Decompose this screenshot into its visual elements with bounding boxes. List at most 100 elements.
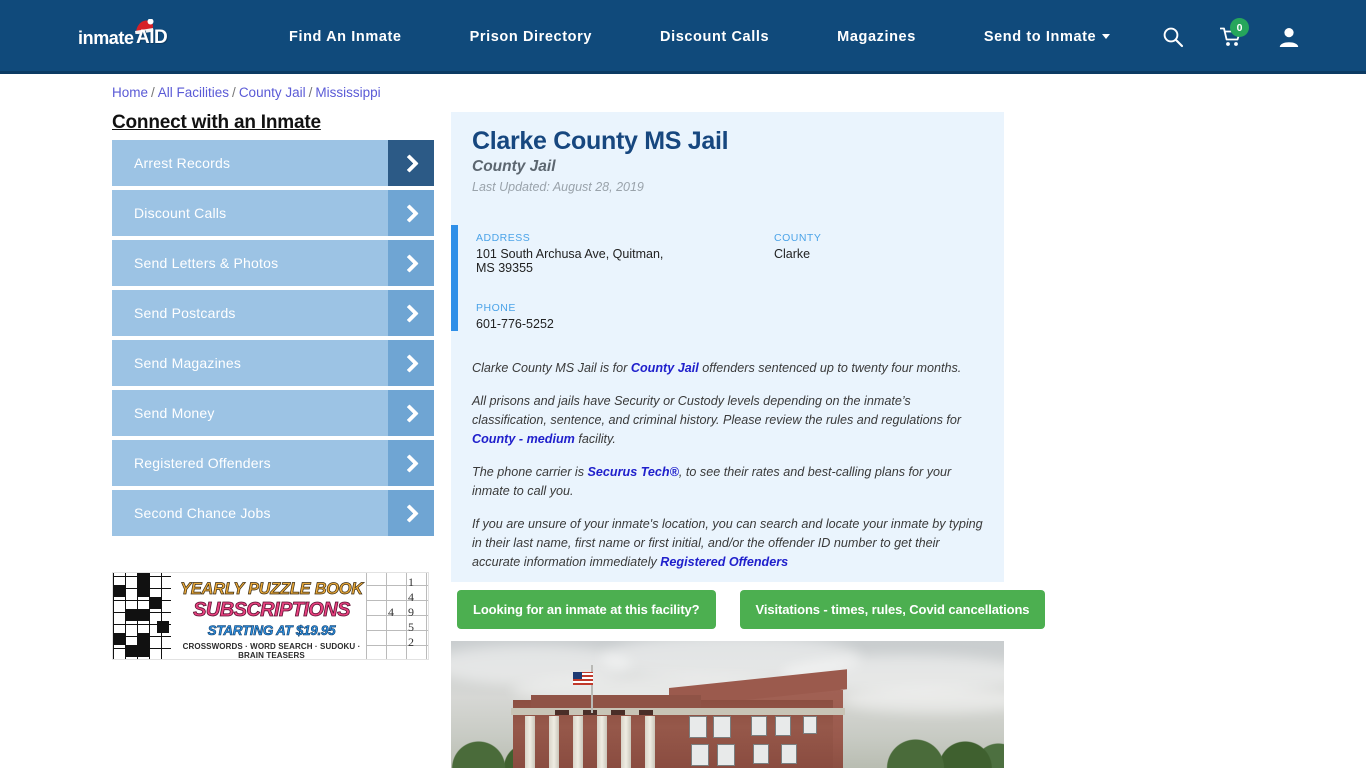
- address-label: ADDRESS: [476, 232, 531, 244]
- sidebar-item-label: Arrest Records: [134, 155, 231, 171]
- site-logo[interactable]: inmate AID: [78, 19, 184, 54]
- ad-line-4: CROSSWORDS · WORD SEARCH · SUDOKU · BRAI…: [182, 642, 361, 660]
- building-parapet: [531, 695, 701, 708]
- sidebar-item-second-chance-jobs[interactable]: Second Chance Jobs: [112, 490, 434, 536]
- sidebar-item-label: Send Postcards: [134, 305, 236, 321]
- chevron-right-icon: [388, 290, 434, 336]
- description-paragraph-2: All prisons and jails have Security or C…: [472, 392, 985, 449]
- sidebar-item-label: Registered Offenders: [134, 455, 271, 471]
- ad-text-block: YEARLY PUZZLE BOOK SUBSCRIPTIONS STARTIN…: [169, 573, 374, 660]
- link-registered-offenders[interactable]: Registered Offenders: [660, 555, 788, 569]
- search-icon[interactable]: [1162, 26, 1184, 48]
- county-label: COUNTY: [774, 232, 822, 244]
- chevron-right-icon: [388, 190, 434, 236]
- ad-line-3: STARTING AT $19.95: [207, 623, 336, 639]
- phone-label: PHONE: [476, 302, 516, 314]
- link-securus-tech[interactable]: Securus Tech®: [588, 465, 679, 479]
- description-paragraph-1: Clarke County MS Jail is for County Jail…: [472, 359, 985, 378]
- sidebar-menu: Arrest Records Discount Calls Send Lette…: [112, 140, 434, 540]
- main-navigation: Find An Inmate Prison Directory Discount…: [255, 0, 1144, 74]
- sidebar-title: Connect with an Inmate: [112, 112, 321, 133]
- breadcrumb-item-home[interactable]: Home: [112, 85, 148, 100]
- chevron-right-icon: [388, 390, 434, 436]
- sudoku-number: 9: [408, 605, 414, 619]
- crossword-graphic: [113, 573, 171, 659]
- chevron-right-icon: [388, 340, 434, 386]
- visitations-button[interactable]: Visitations - times, rules, Covid cancel…: [739, 590, 1046, 629]
- sidebar-item-arrest-records[interactable]: Arrest Records: [112, 140, 434, 186]
- link-county-jail[interactable]: County Jail: [631, 361, 699, 375]
- ad-line-1: YEARLY PUZZLE BOOK: [180, 580, 364, 599]
- chevron-right-icon: [388, 490, 434, 536]
- breadcrumb-item-mississippi[interactable]: Mississippi: [315, 85, 380, 100]
- breadcrumb-separator: /: [151, 85, 155, 100]
- shopping-cart-icon[interactable]: 0: [1219, 18, 1249, 48]
- chevron-right-icon: [388, 240, 434, 286]
- phone-value: 601-776-5252: [476, 317, 554, 331]
- link-county-medium[interactable]: County - medium: [472, 432, 575, 446]
- nav-label: Magazines: [837, 29, 916, 45]
- text-run: The phone carrier is: [472, 465, 588, 479]
- puzzle-book-ad-banner[interactable]: YEARLY PUZZLE BOOK SUBSCRIPTIONS STARTIN…: [112, 572, 429, 660]
- nav-label: Prison Directory: [469, 29, 593, 45]
- nav-item-find-an-inmate[interactable]: Find An Inmate: [255, 0, 436, 74]
- facility-photo: [451, 641, 1004, 768]
- nav-label: Find An Inmate: [289, 29, 402, 45]
- chevron-right-icon: [388, 140, 434, 186]
- facility-info-card: Clarke County MS Jail County Jail Last U…: [451, 112, 1004, 582]
- address-value: 101 South Archusa Ave, Quitman, MS 39355: [476, 247, 664, 275]
- description-paragraph-4: If you are unsure of your inmate's locat…: [472, 515, 985, 572]
- american-flag-icon: [573, 672, 593, 685]
- sidebar-item-label: Send Money: [134, 405, 215, 421]
- phone-field: PHONE 601-776-5252: [476, 302, 554, 331]
- sudoku-number: 2: [408, 635, 414, 649]
- breadcrumb-item-all-facilities[interactable]: All Facilities: [158, 85, 229, 100]
- chevron-right-icon: [388, 440, 434, 486]
- nav-label: Discount Calls: [660, 29, 770, 45]
- breadcrumb-separator: /: [232, 85, 236, 100]
- nav-item-discount-calls[interactable]: Discount Calls: [626, 0, 803, 74]
- address-field: ADDRESS 101 South Archusa Ave, Quitman, …: [476, 232, 726, 275]
- chevron-down-icon: [1102, 34, 1111, 39]
- logo-word-aid: AID: [136, 27, 168, 48]
- text-run: All prisons and jails have Security or C…: [472, 394, 962, 427]
- sudoku-number: 1: [408, 575, 414, 589]
- cart-count-badge: 0: [1230, 18, 1249, 37]
- site-header: inmate AID Find An Inmate Prison Directo…: [0, 0, 1366, 74]
- sidebar-item-send-money[interactable]: Send Money: [112, 390, 434, 436]
- cta-button-group: Looking for an inmate at this facility? …: [457, 590, 1046, 629]
- accent-bar: [451, 225, 458, 331]
- sidebar-item-discount-calls[interactable]: Discount Calls: [112, 190, 434, 236]
- header-icons: 0: [1162, 0, 1300, 74]
- sidebar-item-registered-offenders[interactable]: Registered Offenders: [112, 440, 434, 486]
- nav-item-magazines[interactable]: Magazines: [803, 0, 950, 74]
- nav-label: Send to Inmate: [983, 29, 1097, 45]
- county-value: Clarke: [774, 247, 811, 261]
- sidebar-item-send-postcards[interactable]: Send Postcards: [112, 290, 434, 336]
- logo-word-inmate: inmate: [78, 28, 134, 48]
- sidebar-item-label: Send Magazines: [134, 355, 242, 371]
- page-title: Clarke County MS Jail: [472, 127, 729, 155]
- sidebar-item-send-letters-photos[interactable]: Send Letters & Photos: [112, 240, 434, 286]
- facility-type: County Jail: [472, 158, 556, 175]
- sudoku-number: 4: [408, 590, 414, 604]
- sudoku-number: 4: [388, 605, 394, 619]
- sidebar-item-send-magazines[interactable]: Send Magazines: [112, 340, 434, 386]
- text-run: facility.: [574, 432, 616, 446]
- facility-description: Clarke County MS Jail is for County Jail…: [472, 359, 985, 586]
- sidebar-item-label: Send Letters & Photos: [134, 255, 279, 271]
- sidebar-item-label: Discount Calls: [134, 205, 227, 221]
- ad-line-2: SUBSCRIPTIONS: [193, 599, 351, 622]
- nav-item-send-to-inmate[interactable]: Send to Inmate: [950, 0, 1144, 74]
- text-run: Clarke County MS Jail is for: [472, 361, 631, 375]
- find-inmate-button[interactable]: Looking for an inmate at this facility?: [457, 590, 716, 629]
- description-paragraph-3: The phone carrier is Securus Tech®, to s…: [472, 463, 985, 501]
- user-account-icon[interactable]: [1278, 26, 1300, 48]
- facility-details: ADDRESS 101 South Archusa Ave, Quitman, …: [476, 232, 986, 338]
- nav-item-prison-directory[interactable]: Prison Directory: [436, 0, 626, 74]
- sidebar-item-label: Second Chance Jobs: [134, 505, 271, 521]
- sudoku-number: 5: [408, 620, 414, 634]
- county-field: COUNTY Clarke: [774, 232, 821, 261]
- breadcrumb-item-county-jail[interactable]: County Jail: [239, 85, 306, 100]
- text-run: offenders sentenced up to twenty four mo…: [698, 361, 962, 375]
